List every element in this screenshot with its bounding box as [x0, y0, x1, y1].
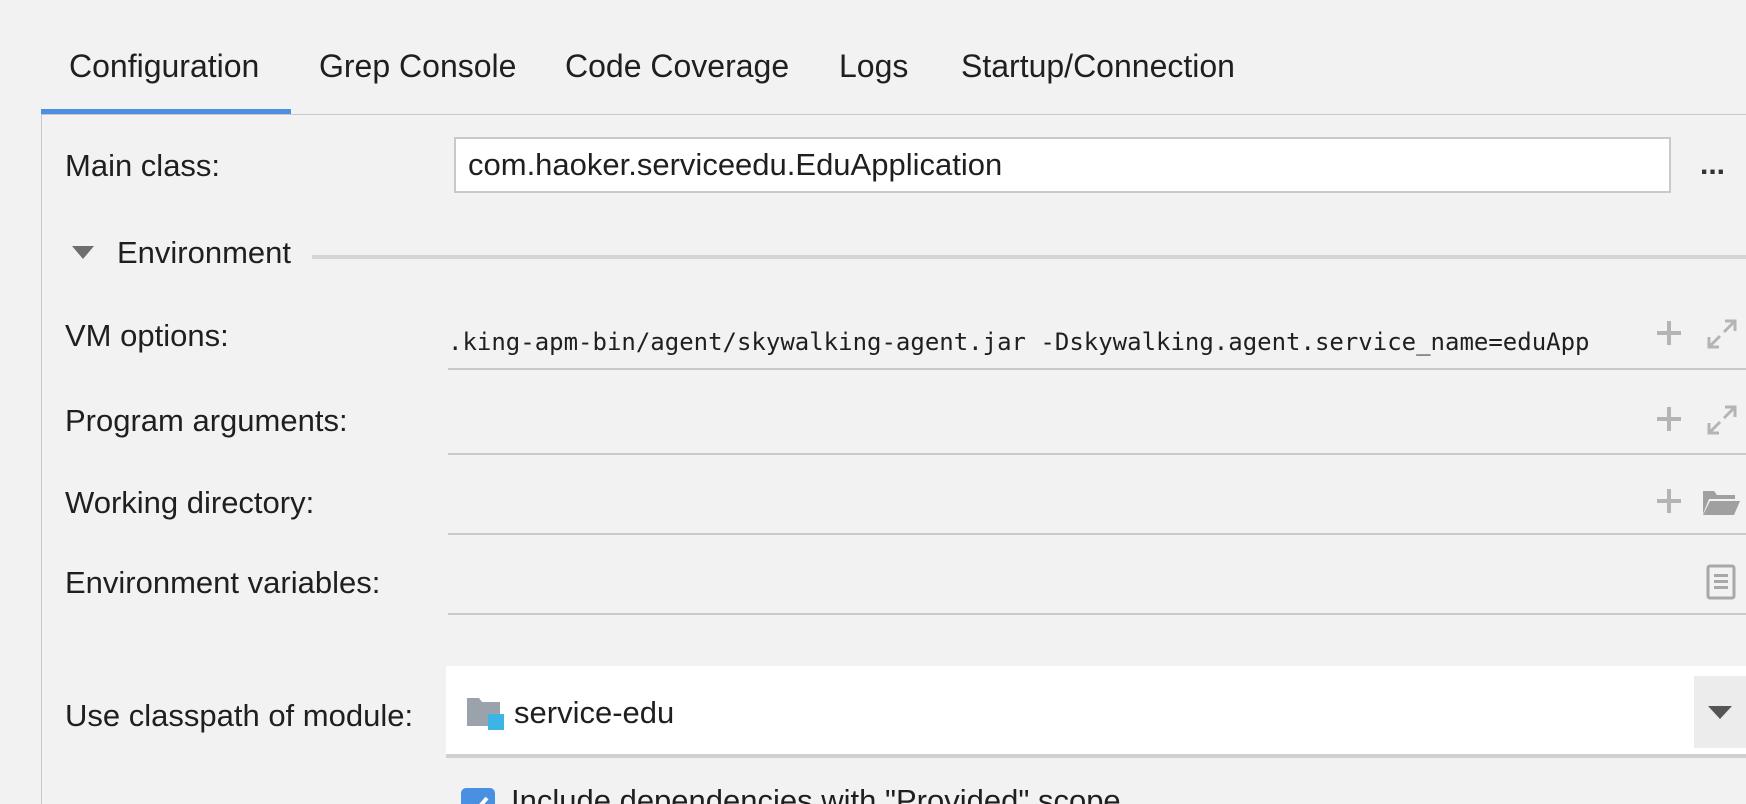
- expand-icon[interactable]: [1706, 404, 1738, 436]
- environment-variables-field[interactable]: [448, 567, 1746, 615]
- chevron-down-icon: [1708, 706, 1732, 719]
- main-class-input[interactable]: com.haoker.serviceedu.EduApplication: [454, 137, 1671, 193]
- working-directory-label: Working directory:: [65, 485, 315, 520]
- run-configuration-dialog: Configuration Grep Console Code Coverage…: [0, 0, 1746, 804]
- classpath-module-select[interactable]: service-edu: [446, 666, 1746, 758]
- plus-icon[interactable]: [1656, 488, 1682, 514]
- environment-section-title: Environment: [117, 235, 292, 270]
- include-provided-label[interactable]: Include dependencies with "Provided" sco…: [511, 785, 1121, 804]
- include-provided-checkbox[interactable]: [461, 788, 495, 804]
- tab-configuration[interactable]: Configuration: [41, 40, 291, 114]
- vm-options-label: VM options:: [65, 318, 229, 353]
- tab-startup-connection[interactable]: Startup/Connection: [936, 40, 1236, 114]
- classpath-module-dropdown-button[interactable]: [1694, 676, 1746, 748]
- vm-options-field[interactable]: .king-apm-bin/agent/skywalking-agent.jar…: [448, 322, 1746, 370]
- environment-variables-label: Environment variables:: [65, 565, 381, 600]
- module-folder-icon: [467, 698, 504, 730]
- tab-strip: Configuration Grep Console Code Coverage…: [41, 40, 1236, 114]
- program-arguments-field[interactable]: [448, 407, 1746, 455]
- checkmark-icon: [470, 796, 489, 804]
- expand-icon[interactable]: [1706, 318, 1738, 350]
- tab-logs[interactable]: Logs: [814, 40, 936, 114]
- document-icon[interactable]: [1706, 564, 1736, 600]
- plus-icon[interactable]: [1656, 406, 1682, 432]
- classpath-module-value: service-edu: [514, 695, 675, 730]
- section-divider: [312, 255, 1746, 259]
- main-class-label: Main class:: [65, 148, 221, 183]
- tab-code-coverage[interactable]: Code Coverage: [539, 40, 814, 114]
- program-arguments-label: Program arguments:: [65, 403, 348, 438]
- tab-grep-console[interactable]: Grep Console: [291, 40, 539, 114]
- plus-icon[interactable]: [1656, 320, 1682, 346]
- working-directory-field[interactable]: [448, 487, 1746, 535]
- folder-icon[interactable]: [1701, 487, 1741, 517]
- main-class-browse-button[interactable]: ...: [1700, 150, 1725, 180]
- vm-options-value: .king-apm-bin/agent/skywalking-agent.jar…: [448, 326, 1638, 358]
- classpath-module-label: Use classpath of module:: [65, 698, 414, 733]
- environment-collapse-toggle[interactable]: [72, 246, 94, 259]
- vm-options-text: .king-apm-bin/agent/skywalking-agent.jar…: [448, 328, 1590, 356]
